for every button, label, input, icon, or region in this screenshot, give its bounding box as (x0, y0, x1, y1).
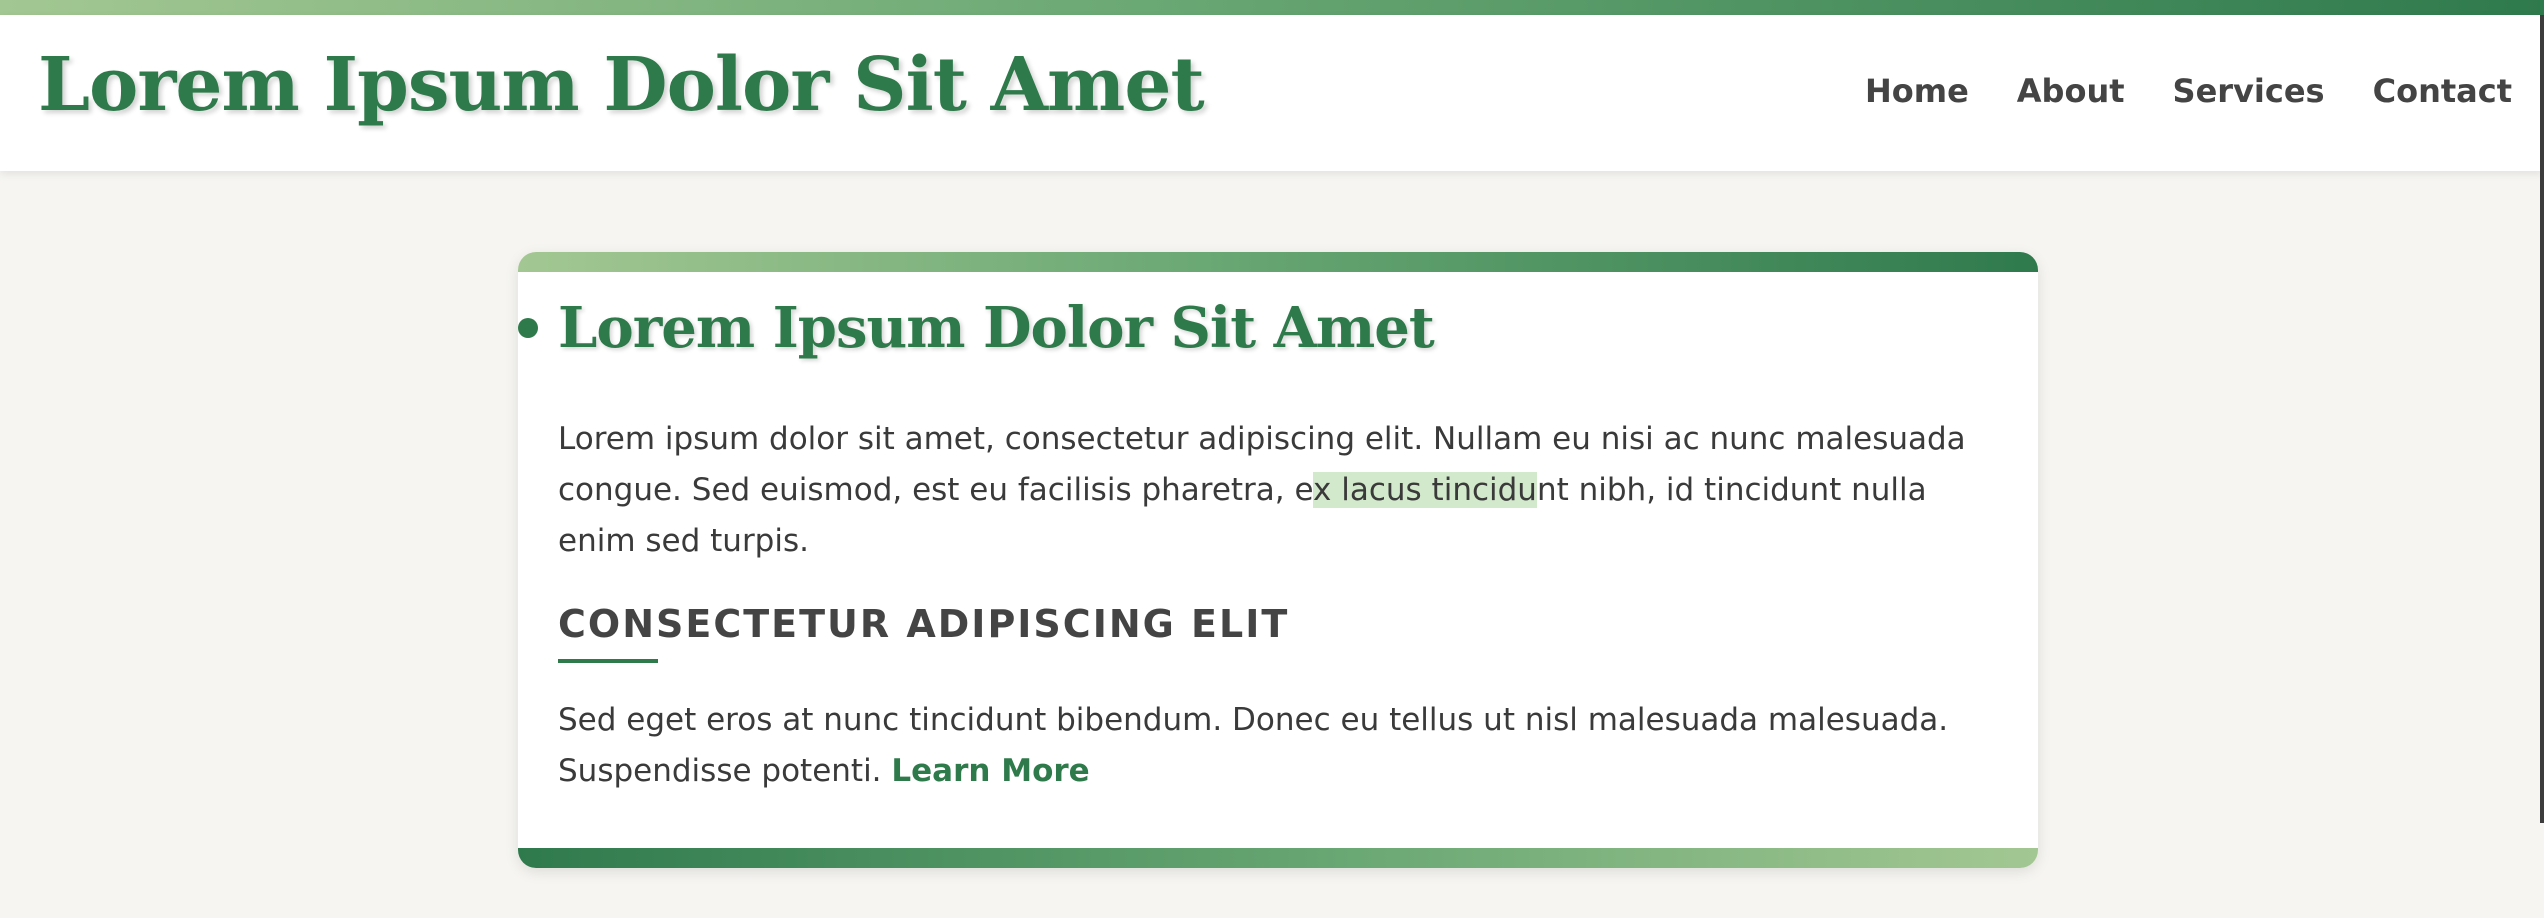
highlighted-text: x lacus tincidu (1313, 472, 1537, 508)
nav-link-contact[interactable]: Contact (2349, 60, 2536, 122)
learn-more-link[interactable]: Learn More (891, 753, 1089, 789)
heading-bullet-icon (518, 318, 538, 338)
content-card: Lorem Ipsum Dolor Sit Amet Lorem ipsum d… (518, 252, 2038, 868)
body-paragraph: Sed eget eros at nunc tincidunt bibendum… (558, 695, 1998, 797)
main-nav: Home About Services Contact (1841, 60, 2536, 122)
top-gradient-stripe (0, 0, 2544, 15)
card-top-gradient-bar (518, 252, 2038, 272)
scrollbar[interactable] (2540, 15, 2544, 823)
site-header: Lorem Ipsum Dolor Sit Amet Home About Se… (0, 15, 2544, 171)
subheading-underline (558, 659, 658, 663)
card-heading: Lorem Ipsum Dolor Sit Amet (558, 295, 1435, 361)
site-title: Lorem Ipsum Dolor Sit Amet (38, 42, 1205, 128)
section-subheading: CONSECTETUR ADIPISCING ELIT (558, 602, 1290, 646)
card-bottom-gradient-bar (518, 848, 2038, 868)
intro-paragraph: Lorem ipsum dolor sit amet, consectetur … (558, 414, 1998, 567)
nav-link-about[interactable]: About (1993, 60, 2149, 122)
body-text: Sed eget eros at nunc tincidunt bibendum… (558, 702, 1949, 789)
nav-link-services[interactable]: Services (2149, 60, 2349, 122)
nav-link-home[interactable]: Home (1841, 60, 1993, 122)
